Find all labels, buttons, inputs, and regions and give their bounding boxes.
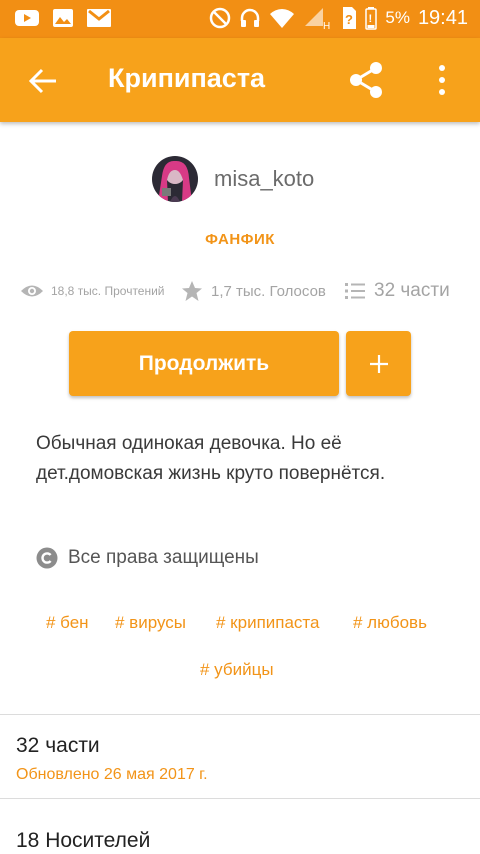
svg-text:?: ? <box>345 12 353 27</box>
status-bar: H ? ! 5% 19:41 <box>0 0 480 38</box>
votes-stat: 1,7 тыс. Голосов <box>181 280 326 302</box>
battery-icon: ! <box>365 7 378 30</box>
story-category: ФАНФИК <box>205 231 275 248</box>
votes-label: 1,7 тыс. Голосов <box>211 282 326 300</box>
svg-text:!: ! <box>369 13 373 25</box>
reads-label: 18,8 тыс. Прочтений <box>51 284 165 298</box>
tag-love[interactable]: # любовь <box>353 613 427 633</box>
star-icon <box>182 281 202 301</box>
eye-icon <box>21 285 43 297</box>
youtube-icon <box>15 10 39 26</box>
share-icon[interactable] <box>346 60 386 100</box>
gallery-icon <box>53 9 73 27</box>
toolbar-title: Крипипаста <box>108 63 266 93</box>
gmail-icon <box>87 9 111 27</box>
parts-section-title[interactable]: 32 части <box>16 734 100 758</box>
svg-text:H: H <box>323 21 330 30</box>
author-name[interactable]: misa_koto <box>214 166 314 192</box>
carriers-section-title[interactable]: 18 Носителей <box>16 829 150 853</box>
reads-stat: 18,8 тыс. Прочтений <box>20 282 165 300</box>
app-toolbar: Крипипаста <box>0 38 480 122</box>
tag-creepypasta[interactable]: # крипипаста <box>216 613 319 633</box>
headset-icon <box>241 8 260 27</box>
more-vertical-icon[interactable] <box>432 62 452 98</box>
plus-icon <box>369 354 388 373</box>
divider <box>0 714 480 715</box>
avatar[interactable] <box>152 156 198 202</box>
battery-percent: 5% <box>385 8 410 27</box>
list-icon <box>345 283 365 299</box>
signal-icon: H <box>305 8 331 30</box>
parts-label: 32 части <box>374 280 450 301</box>
clock: 19:41 <box>417 6 468 29</box>
copyright-label: Все права защищены <box>68 547 259 568</box>
divider <box>0 798 480 799</box>
updated-date: Обновлено 26 мая 2017 г. <box>16 766 208 783</box>
tag-killers[interactable]: # убийцы <box>200 660 274 680</box>
do-not-disturb-icon <box>210 7 231 29</box>
author-row[interactable]: misa_koto <box>152 156 314 202</box>
story-stats: 18,8 тыс. Прочтений 1,7 тыс. Голосов 32 … <box>0 280 480 308</box>
add-to-library-button[interactable] <box>346 331 411 396</box>
parts-stat: 32 части <box>344 280 450 302</box>
system-icons: H ? ! 5% 19:41 <box>209 6 468 30</box>
arrow-back-icon[interactable] <box>26 64 60 98</box>
unknown-sim-icon: ? <box>343 7 357 29</box>
tag-viruses[interactable]: # вирусы <box>115 613 186 633</box>
notification-icons <box>14 8 112 28</box>
story-description: Обычная одинокая девочка. Но её дет.домо… <box>36 433 386 484</box>
tag-ben[interactable]: # бен <box>46 613 89 633</box>
wifi-icon <box>270 9 295 28</box>
copyright-row: Все права защищены <box>36 547 259 569</box>
copyright-icon <box>36 547 58 569</box>
continue-button[interactable]: Продолжить <box>69 331 339 396</box>
